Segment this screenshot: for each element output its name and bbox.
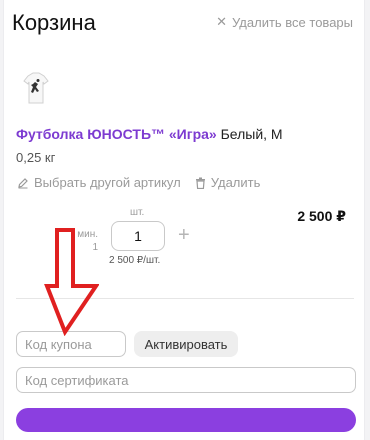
cart-panel: Корзина ✕ Удалить все товары Футболка ЮН…: [4, 0, 364, 440]
choose-other-article-button[interactable]: Выбрать другой артикул: [17, 175, 181, 190]
product-weight: 0,25 кг: [16, 150, 56, 165]
divider: [16, 298, 354, 299]
delete-item-button[interactable]: Удалить: [195, 175, 261, 190]
min-quantity-value: 1: [92, 242, 98, 253]
product-title-line: Футболка ЮНОСТЬ™ «Игра» Белый, M: [16, 126, 283, 142]
product-name-link[interactable]: Футболка ЮНОСТЬ™ «Игра»: [16, 126, 217, 142]
unit-price: 2 500 ₽/шт.: [109, 255, 161, 266]
quantity-unit-label: шт.: [130, 207, 145, 218]
checkout-button[interactable]: [16, 408, 356, 432]
product-actions: Выбрать другой артикул Удалить: [17, 175, 260, 190]
min-quantity-label: мин.: [77, 229, 98, 240]
coupon-code-input[interactable]: [16, 331, 126, 357]
clear-cart-button[interactable]: ✕ Удалить все товары: [216, 14, 353, 30]
delete-item-label: Удалить: [210, 175, 261, 190]
certificate-code-input[interactable]: [16, 367, 356, 393]
quantity-input[interactable]: 1: [111, 221, 165, 251]
product-thumbnail[interactable]: [21, 70, 51, 108]
clear-cart-label: Удалить все товары: [232, 14, 353, 30]
min-quantity: мин. 1: [58, 228, 98, 254]
pencil-icon: [18, 177, 28, 188]
activate-coupon-button[interactable]: Активировать: [134, 331, 238, 357]
close-icon: ✕: [216, 14, 228, 29]
choose-other-article-label: Выбрать другой артикул: [34, 175, 181, 190]
plus-icon[interactable]: +: [178, 224, 190, 246]
product-variant: Белый, M: [216, 126, 283, 142]
product-total-price: 2 500 ₽: [297, 208, 346, 224]
page-title: Корзина: [12, 10, 96, 35]
trash-icon: [195, 177, 205, 189]
